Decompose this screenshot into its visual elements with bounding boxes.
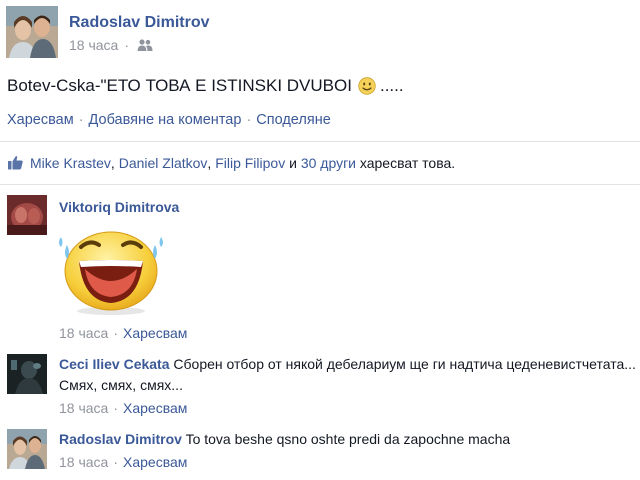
divider bbox=[0, 141, 640, 142]
post-actions: Харесвам · Добавяне на коментар · Споделяне bbox=[7, 112, 331, 128]
author-avatar[interactable] bbox=[6, 6, 58, 58]
meta-separator: · bbox=[124, 37, 129, 53]
post-text-main: Botev-Cska-"ЕТО ТОВА Е ISTINSKI DVUBOI bbox=[7, 76, 352, 95]
friends-icon[interactable] bbox=[137, 38, 153, 52]
comment-meta: 18 часа · Харесвам bbox=[59, 325, 187, 341]
divider bbox=[0, 184, 640, 185]
liker-name[interactable]: Filip Filipov bbox=[215, 155, 285, 171]
commenter-avatar[interactable] bbox=[7, 354, 47, 394]
comment-timestamp[interactable]: 18 часа bbox=[59, 325, 108, 341]
post-timestamp[interactable]: 18 часа bbox=[69, 37, 118, 53]
likes-suffix: харесват това. bbox=[359, 154, 456, 171]
comment-author[interactable]: Viktoriq Dimitrova bbox=[59, 199, 179, 215]
action-separator: · bbox=[78, 112, 84, 128]
comment-meta: 18 часа · Харесвам bbox=[59, 454, 187, 470]
meta-separator: · bbox=[113, 325, 118, 341]
likes-others-link[interactable]: 30 други bbox=[301, 155, 356, 171]
post-meta: 18 часа · bbox=[69, 37, 153, 53]
thumbs-up-icon bbox=[7, 154, 24, 171]
comment-meta: 18 часа · Харесвам bbox=[59, 400, 187, 416]
add-comment-button[interactable]: Добавяне на коментар bbox=[89, 112, 242, 128]
comment-author[interactable]: Radoslav Dimitrov bbox=[59, 431, 182, 447]
liker-name[interactable]: Mike Krastev bbox=[30, 155, 111, 171]
likes-comma: , bbox=[110, 154, 115, 171]
meta-separator: · bbox=[113, 400, 118, 416]
liker-name[interactable]: Daniel Zlatkov bbox=[119, 155, 208, 171]
comment-author[interactable]: Ceci Iliev Cekata bbox=[59, 356, 170, 372]
comment-timestamp[interactable]: 18 часа bbox=[59, 454, 108, 470]
comment-like-button[interactable]: Харесвам bbox=[123, 454, 187, 470]
commenter-avatar[interactable] bbox=[7, 195, 47, 235]
like-button[interactable]: Харесвам bbox=[7, 112, 74, 128]
likes-summary: Mike Krastev, Daniel Zlatkov, Filip Fili… bbox=[7, 154, 455, 171]
comment-timestamp[interactable]: 18 часа bbox=[59, 400, 108, 416]
comment-like-button[interactable]: Харесвам bbox=[123, 400, 187, 416]
share-button[interactable]: Споделяне bbox=[256, 112, 331, 128]
post-author-name[interactable]: Radoslav Dimitrov bbox=[69, 14, 209, 32]
post-text: Botev-Cska-"ЕТО ТОВА Е ISTINSKI DVUBOI .… bbox=[7, 76, 404, 96]
post-text-trailing: ..... bbox=[379, 76, 404, 95]
commenter-avatar[interactable] bbox=[7, 429, 47, 469]
action-separator: · bbox=[246, 112, 252, 128]
laughing-sticker bbox=[57, 225, 165, 315]
likes-conjunction: и bbox=[289, 154, 297, 171]
smile-emoticon bbox=[358, 77, 376, 95]
likes-comma: , bbox=[207, 154, 212, 171]
comment-text: To tova beshe qsno oshte predi da zapoch… bbox=[185, 431, 511, 447]
comment-like-button[interactable]: Харесвам bbox=[123, 325, 187, 341]
meta-separator: · bbox=[113, 454, 118, 470]
